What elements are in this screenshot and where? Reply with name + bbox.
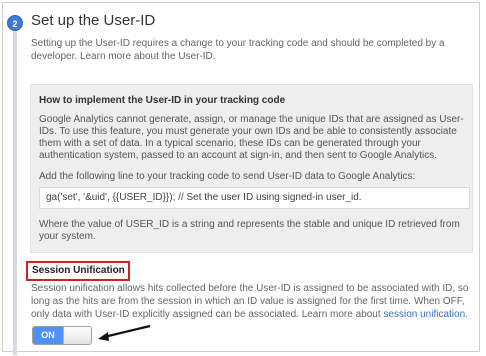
toggle-on-label: ON — [33, 327, 63, 344]
setup-panel: 2 Set up the User-ID Setting up the User… — [2, 2, 480, 355]
info-box-add-line-text: Add the following line to your tracking … — [39, 171, 416, 182]
step-rail — [13, 19, 17, 355]
session-unification-toggle[interactable]: ON — [32, 326, 92, 345]
info-box-where-text: Where the value of USER_ID is a string a… — [39, 219, 460, 242]
step-title: Set up the User-ID — [31, 12, 156, 29]
toggle-knob[interactable] — [63, 327, 91, 344]
pointer-arrow-icon — [98, 324, 151, 341]
session-unification-link[interactable]: session unification. — [383, 309, 468, 320]
step-number-badge: 2 — [7, 15, 23, 31]
implementation-info-box: How to implement the User-ID in your tra… — [30, 84, 473, 253]
info-box-body: Google Analytics cannot generate, assign… — [39, 114, 464, 161]
session-unification-heading: Session Unification — [26, 261, 130, 281]
step-intro: Setting up the User-ID requires a change… — [31, 37, 471, 63]
tracking-code-snippet[interactable]: ga('set', '&uid', {{USER_ID}}); // Set t… — [39, 187, 470, 209]
info-box-title: How to implement the User-ID in your tra… — [39, 95, 286, 106]
learn-more-user-id-link[interactable]: Learn more about the User-ID. — [80, 51, 216, 62]
session-unification-description: Session unification allows hits collecte… — [31, 282, 473, 321]
